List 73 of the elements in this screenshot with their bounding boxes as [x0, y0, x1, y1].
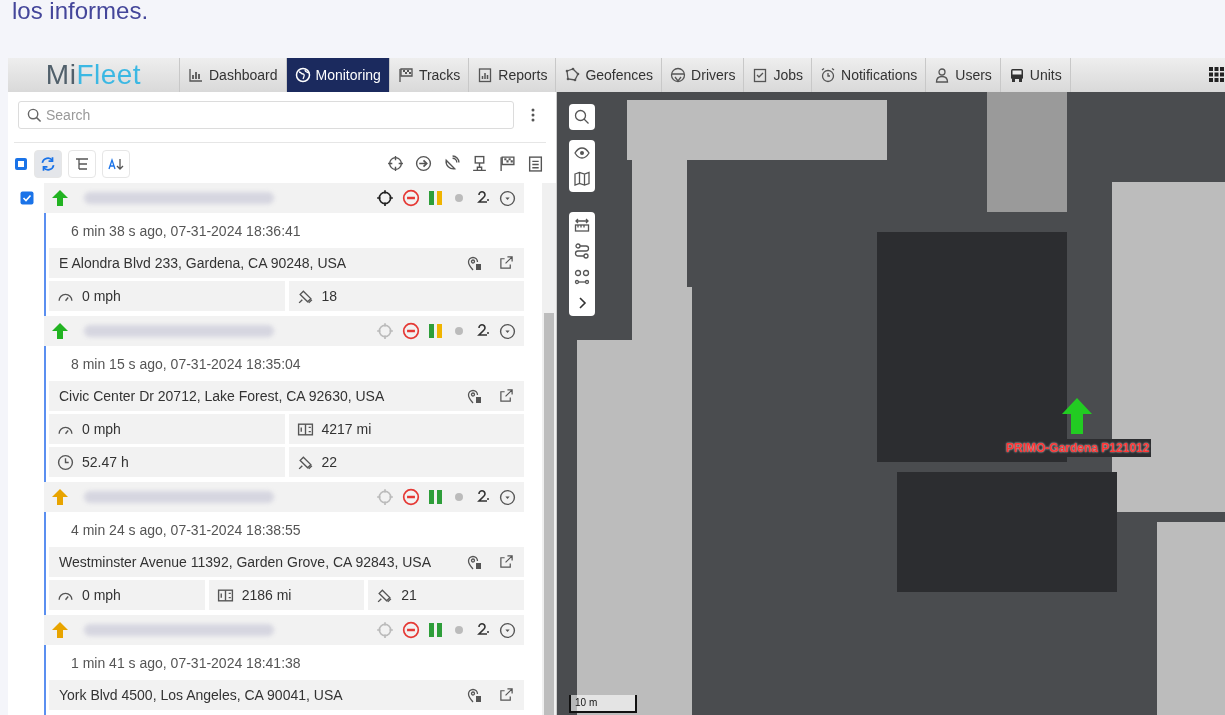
apps-grid-icon[interactable]: [1209, 67, 1225, 83]
stat-value-text: 21: [401, 585, 417, 605]
timestamp-text: 1 min 41 s ago, 07-31-2024 18:41:38: [71, 654, 301, 673]
waypoints-icon[interactable]: [572, 267, 592, 287]
person-icon: [934, 67, 951, 83]
unit-header-row[interactable]: [44, 615, 524, 645]
unit-checkbox[interactable]: [20, 191, 34, 205]
refresh-button[interactable]: [34, 149, 62, 178]
globe-icon: [294, 67, 311, 83]
logo[interactable]: MiFleet: [8, 58, 180, 92]
no-entry-icon: [402, 621, 420, 639]
bus-icon: [1008, 67, 1025, 83]
polygon-icon: [564, 67, 581, 83]
steering-wheel-icon: [670, 67, 687, 83]
stat-value-text: 18: [321, 286, 338, 306]
tree-view-button[interactable]: [68, 149, 96, 178]
address-text: Civic Center Dr 20712, Lake Forest, CA 92630, USA: [59, 386, 385, 406]
external-link-icon[interactable]: [499, 255, 514, 271]
tree-icon: [74, 155, 90, 172]
timestamp-text: 8 min 15 s ago, 07-31-2024 18:35:04: [71, 355, 301, 374]
odometer-icon: [216, 586, 234, 604]
vehicle-marker-icon[interactable]: [1062, 398, 1092, 434]
pin-lock-icon[interactable]: [467, 388, 483, 404]
no-entry-icon: [402, 488, 420, 506]
unit-header-row[interactable]: [44, 482, 524, 512]
pin-lock-icon[interactable]: [467, 255, 483, 271]
search-icon: [27, 107, 42, 123]
checkered-flag-icon: [397, 67, 414, 83]
pin-lock-icon[interactable]: [467, 687, 483, 703]
stat-value-text: 2186 mi: [241, 585, 292, 605]
external-link-icon[interactable]: [499, 554, 514, 570]
clock-icon: [57, 453, 74, 471]
alarm-clock-icon: [820, 67, 837, 83]
nav-tab[interactable]: Reports: [469, 58, 557, 92]
dropdown-circle-icon[interactable]: [499, 189, 516, 207]
aerial-map-photo[interactable]: PRIMO-Gardena P121012 10 m: [557, 92, 1225, 715]
clipboard-check-icon: [752, 67, 769, 83]
stat-value-text: 0 mph: [82, 419, 121, 439]
stat-value-text: 4217 mi: [321, 419, 372, 439]
dropdown-circle-icon[interactable]: [499, 488, 516, 506]
crosshair-icon[interactable]: [376, 189, 394, 207]
address-text: Westminster Avenue 11392, Garden Grove, CA 92843, USA: [59, 552, 431, 572]
report-icon: [477, 67, 494, 83]
marker-label: PRIMO-Gardena P121012: [1004, 439, 1152, 457]
no-entry-icon: [402, 322, 420, 340]
stat-value-text: 0 mph: [82, 585, 121, 605]
address-text: E Alondra Blvd 233, Gardena, CA 90248, USA: [59, 253, 347, 273]
route-icon[interactable]: [572, 241, 592, 261]
stat-value-text: 0 mph: [82, 286, 121, 306]
timestamp-text: 6 min 38 s ago, 07-31-2024 18:36:41: [71, 222, 301, 241]
nav-tab[interactable]: Dashboard: [180, 58, 287, 92]
select-all-checkbox[interactable]: [14, 156, 28, 171]
page-heading-text: los informes.: [12, 0, 149, 22]
external-link-icon[interactable]: [499, 388, 514, 404]
scale-bar: 10 m: [569, 695, 637, 713]
search-box[interactable]: Search: [18, 101, 514, 129]
dropdown-circle-icon[interactable]: [499, 621, 516, 639]
pin-lock-icon[interactable]: [467, 554, 483, 570]
dropdown-circle-icon[interactable]: [499, 322, 516, 340]
refresh-icon: [39, 154, 57, 173]
bar-chart-icon: [188, 67, 204, 83]
scrollbar[interactable]: [542, 183, 556, 715]
nav-tab[interactable]: Monitoring: [286, 58, 390, 92]
map-icon[interactable]: [572, 169, 592, 189]
stat-value-text: 52.47 h: [82, 452, 129, 472]
sort-button[interactable]: [102, 149, 130, 178]
timestamp-text: 4 min 24 s ago, 07-31-2024 18:38:55: [71, 521, 301, 540]
stat-value-text: 22: [321, 452, 338, 472]
external-link-icon[interactable]: [499, 687, 514, 703]
address-text: York Blvd 4500, Los Angeles, CA 90041, USA: [59, 685, 343, 705]
no-entry-icon: [402, 189, 420, 207]
nav-tab[interactable]: Tracks: [389, 58, 470, 92]
odometer-icon: [296, 420, 314, 438]
